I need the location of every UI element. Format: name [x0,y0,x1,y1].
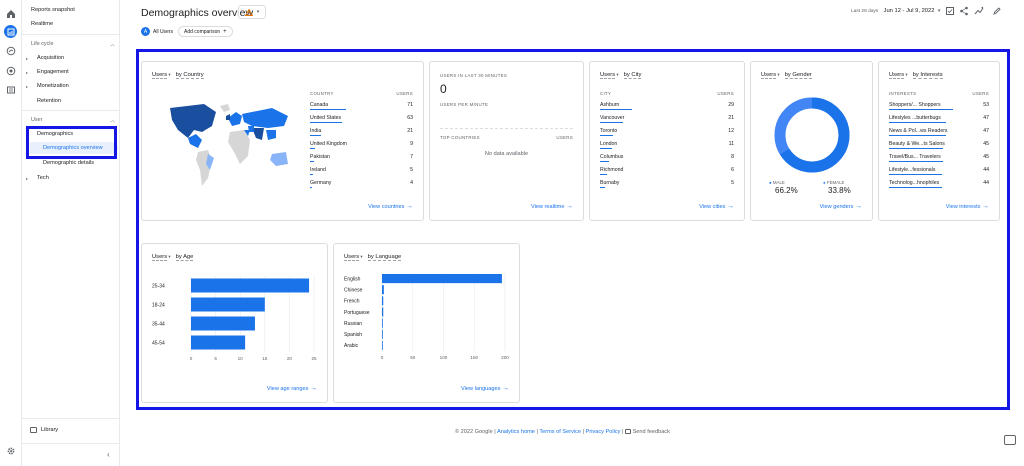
sidebar-section-lifecycle[interactable]: Life cycle [31,41,53,47]
highlight-frame-cards [136,49,1010,410]
sidebar: Reports snapshot Realtime Life cycle ︿ ▸… [22,0,120,466]
warning-icon [244,8,253,16]
divider [22,110,120,111]
sidebar-item-reports-snapshot[interactable]: Reports snapshot [31,7,75,13]
explore-icon[interactable] [5,45,17,57]
segment-avatar: A [141,27,150,36]
chevron-down-icon: ▾ [937,8,941,14]
highlight-frame-sidebar [26,126,117,159]
analytics-home-link[interactable]: Analytics home [497,429,535,435]
collapse-chevron-icon[interactable]: ‹ [107,450,110,459]
reports-icon[interactable] [4,25,17,38]
sidebar-section-user[interactable]: User [31,117,42,123]
configure-icon[interactable] [5,84,17,96]
customize-report-icon[interactable] [945,6,955,16]
footer-separator: | [536,429,538,435]
copyright: © 2022 Google | [455,429,496,435]
caret-right-icon[interactable]: ▸ [26,56,28,61]
add-comparison-button[interactable]: Add comparison + [178,26,233,37]
date-range-label: Last 28 days [851,9,879,14]
all-users-label: All Users [153,28,174,35]
sidebar-item-realtime[interactable]: Realtime [31,21,53,27]
sidebar-item-library[interactable]: Library [41,427,58,433]
plus-icon: + [223,28,227,35]
sidebar-item-monetization[interactable]: Monetization [37,83,69,89]
caret-right-icon[interactable]: ▸ [26,70,28,75]
folder-icon [30,427,37,433]
add-comparison-label: Add comparison [184,28,221,35]
edit-pencil-icon[interactable] [992,6,1002,16]
sidebar-item-tech[interactable]: Tech [37,175,49,181]
insights-icon[interactable] [974,6,984,16]
caret-right-icon[interactable]: ▸ [26,176,28,181]
sidebar-item-engagement[interactable]: Engagement [37,69,69,75]
divider [22,34,120,35]
footer: © 2022 Google | Analytics home | Terms o… [455,429,670,435]
caret-right-icon[interactable]: ▸ [26,84,28,89]
all-users-chip[interactable]: A All Users [141,26,176,37]
divider [22,443,120,444]
terms-of-service-link[interactable]: Terms of Service [539,429,581,435]
sidebar-item-retention[interactable]: Retention [37,98,61,104]
icon-rail [0,0,22,466]
feedback-icon [625,429,632,435]
send-feedback-link[interactable]: Send feedback [633,429,670,435]
date-range-value: Jun 12 - Jul 9, 2022 [883,8,935,14]
footer-separator: | [622,429,624,435]
footer-separator: | [582,429,585,435]
chevron-up-icon[interactable]: ︿ [110,41,115,48]
divider [22,418,120,419]
advertising-icon[interactable] [5,65,17,77]
settings-gear-icon[interactable] [5,445,17,457]
home-icon[interactable] [5,8,17,20]
chat-feedback-icon[interactable] [1004,435,1016,445]
data-quality-button[interactable]: ▾ [238,5,266,19]
date-range-picker[interactable]: Last 28 days Jun 12 - Jul 9, 2022 ▾ [851,8,940,14]
chevron-down-icon: ▾ [256,9,260,15]
chevron-up-icon[interactable]: ︿ [110,117,115,124]
privacy-policy-link[interactable]: Privacy Policy [586,429,621,435]
sidebar-item-demographic-details[interactable]: Demographic details [43,160,94,166]
page-title: Demographics overview [141,7,254,19]
share-icon[interactable] [959,6,969,16]
sidebar-item-acquisition[interactable]: Acquisition [37,55,64,61]
